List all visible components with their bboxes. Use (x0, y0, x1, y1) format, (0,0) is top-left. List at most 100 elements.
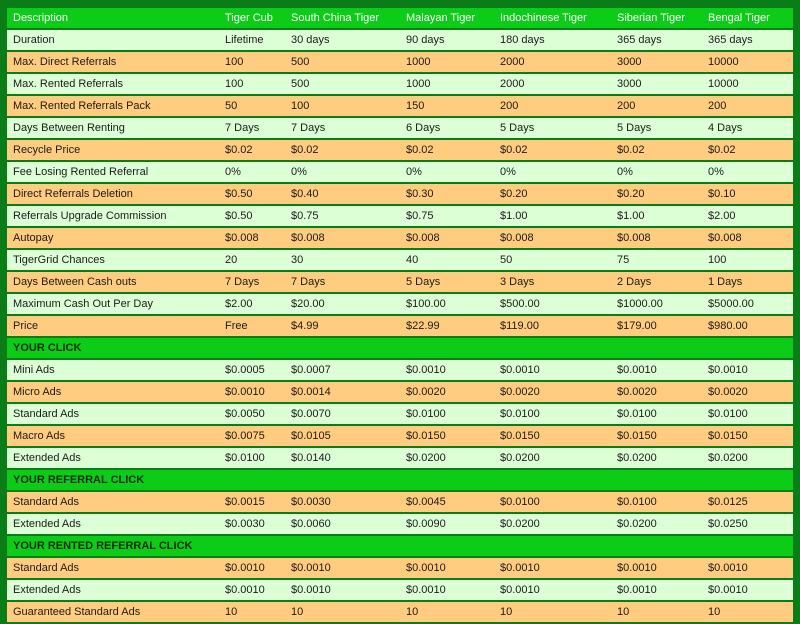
section-header-row: YOUR RENTED REFERRAL CLICK (7, 536, 793, 556)
row-value: $0.50 (219, 206, 285, 226)
row-value: $0.0010 (494, 360, 611, 380)
row-value: $0.0200 (494, 448, 611, 468)
table-row: Standard Ads $0.0050 $0.0070 $0.0100 $0.0100… (7, 404, 793, 424)
row-value: $0.0005 (219, 360, 285, 380)
table-body: Duration Lifetime 30 days 90 days 180 days 36… (7, 30, 793, 622)
row-value: $0.0010 (702, 580, 793, 600)
row-value: 2 Days (611, 272, 702, 292)
row-value: $0.20 (611, 184, 702, 204)
row-value: $0.0010 (611, 360, 702, 380)
row-label: Extended Ads (7, 514, 219, 534)
row-label: Macro Ads (7, 426, 219, 446)
row-value: $0.0030 (285, 492, 400, 512)
row-value: 7 Days (219, 272, 285, 292)
row-label: Standard Ads (7, 558, 219, 578)
row-value: 500 (285, 74, 400, 94)
row-value: $0.0200 (494, 514, 611, 534)
row-label: Standard Ads (7, 492, 219, 512)
row-value: 10 (219, 602, 285, 622)
row-value: $0.0010 (494, 580, 611, 600)
row-value: $0.0014 (285, 382, 400, 402)
row-value: $500.00 (494, 294, 611, 314)
row-value: $0.0150 (494, 426, 611, 446)
table-row: Standard Ads $0.0010 $0.0010 $0.0010 $0.0010… (7, 558, 793, 578)
membership-comparison-panel: Description Tiger Cub South China Tiger Mal… (7, 6, 793, 624)
row-value: 30 (285, 250, 400, 270)
table-row: Fee Losing Rented Referral 0% 0% 0% 0% 0% 0% (7, 162, 793, 182)
row-value: 7 Days (219, 118, 285, 138)
row-label: Standard Ads (7, 404, 219, 424)
row-value: 100 (702, 250, 793, 270)
row-value: 1 Days (702, 272, 793, 292)
row-value: $0.008 (611, 228, 702, 248)
row-value: $0.0010 (494, 558, 611, 578)
table-row: Autopay $0.008 $0.008 $0.008 $0.008 $0.008 $0.… (7, 228, 793, 248)
row-value: $0.0020 (611, 382, 702, 402)
row-label: Extended Ads (7, 448, 219, 468)
row-value: 0% (494, 162, 611, 182)
row-value: 10 (702, 602, 793, 622)
row-value: $0.0015 (219, 492, 285, 512)
row-label: Duration (7, 30, 219, 50)
row-value: $0.30 (400, 184, 494, 204)
row-value: $980.00 (702, 316, 793, 336)
row-value: Lifetime (219, 30, 285, 50)
row-value: $0.0010 (285, 580, 400, 600)
row-value: 7 Days (285, 272, 400, 292)
row-label: TigerGrid Chances (7, 250, 219, 270)
row-value: $0.0010 (611, 558, 702, 578)
table-row: Days Between Renting 7 Days 7 Days 6 Days 5 … (7, 118, 793, 138)
row-value: 5 Days (611, 118, 702, 138)
row-value: 3 Days (494, 272, 611, 292)
row-value: $0.10 (702, 184, 793, 204)
row-label: Maximum Cash Out Per Day (7, 294, 219, 314)
row-value: $0.0010 (219, 580, 285, 600)
row-value: $0.75 (285, 206, 400, 226)
row-value: $0.0030 (219, 514, 285, 534)
row-value: $0.008 (702, 228, 793, 248)
row-value: 0% (285, 162, 400, 182)
row-label: Guaranteed Standard Ads (7, 602, 219, 622)
row-value: $0.0010 (400, 558, 494, 578)
row-value: $0.0100 (611, 492, 702, 512)
row-value: 180 days (494, 30, 611, 50)
row-value: $0.02 (400, 140, 494, 160)
row-value: 10 (494, 602, 611, 622)
row-label: Fee Losing Rented Referral (7, 162, 219, 182)
table-row: TigerGrid Chances 20 30 40 50 75 100 (7, 250, 793, 270)
row-value: $0.0045 (400, 492, 494, 512)
row-label: Referrals Upgrade Commission (7, 206, 219, 226)
row-value: $0.0020 (702, 382, 793, 402)
table-row: Max. Rented Referrals Pack 50 100 150 200 200… (7, 96, 793, 116)
header-plan: Siberian Tiger (611, 8, 702, 28)
row-value: 30 days (285, 30, 400, 50)
row-value: $0.0060 (285, 514, 400, 534)
row-value: 3000 (611, 52, 702, 72)
row-value: $0.0020 (494, 382, 611, 402)
row-value: $0.20 (494, 184, 611, 204)
row-value: $0.0150 (611, 426, 702, 446)
row-value: $179.00 (611, 316, 702, 336)
table-row: Price Free $4.99 $22.99 $119.00 $179.00 $980.0… (7, 316, 793, 336)
header-description: Description (7, 8, 219, 28)
row-value: 500 (285, 52, 400, 72)
row-value: $0.0150 (400, 426, 494, 446)
table-row: Recycle Price $0.02 $0.02 $0.02 $0.02 $0.02 $0… (7, 140, 793, 160)
row-value: 10 (400, 602, 494, 622)
section-header-row: YOUR CLICK (7, 338, 793, 358)
row-value: 200 (494, 96, 611, 116)
row-value: $0.0200 (611, 514, 702, 534)
row-value: 5 Days (494, 118, 611, 138)
row-value: $0.0100 (400, 404, 494, 424)
row-value: $0.75 (400, 206, 494, 226)
header-plan: South China Tiger (285, 8, 400, 28)
row-value: 4 Days (702, 118, 793, 138)
row-value: $0.0100 (611, 404, 702, 424)
row-value: 365 days (611, 30, 702, 50)
row-value: $0.40 (285, 184, 400, 204)
row-label: Direct Referrals Deletion (7, 184, 219, 204)
table-row: Direct Referrals Deletion $0.50 $0.40 $0.30… (7, 184, 793, 204)
header-plan: Malayan Tiger (400, 8, 494, 28)
row-value: $1000.00 (611, 294, 702, 314)
row-value: 2000 (494, 74, 611, 94)
